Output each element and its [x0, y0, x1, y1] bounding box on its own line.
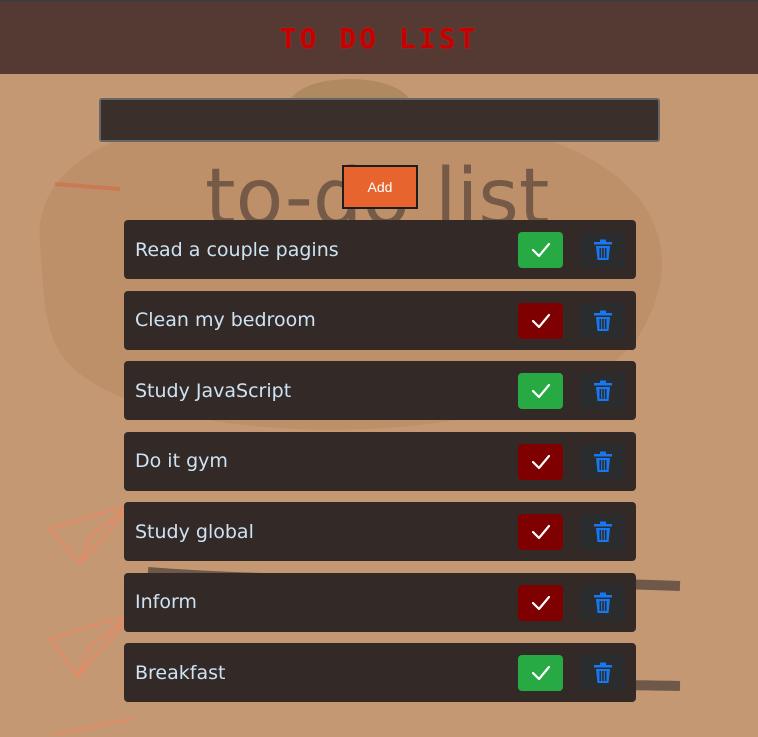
complete-button[interactable]: [518, 584, 563, 621]
task-text: Clean my bedroom: [135, 309, 316, 331]
paper-plane-icon: [47, 611, 136, 678]
task-text: Read a couple pagins: [135, 238, 339, 261]
complete-button[interactable]: [518, 232, 563, 268]
task-item: Inform: [124, 572, 636, 632]
complete-button[interactable]: [518, 655, 563, 691]
trash-icon: [593, 521, 612, 542]
delete-button[interactable]: [580, 302, 625, 339]
check-icon: [531, 595, 550, 610]
trash-icon: [593, 380, 612, 401]
delete-button[interactable]: [580, 443, 625, 480]
task-list: Read a couple pagins Clean my bedroom Stud…: [124, 220, 636, 714]
task-item: Do it gym: [124, 431, 636, 491]
trash-icon: [593, 239, 612, 260]
task-text: Inform: [135, 591, 197, 613]
paper-plane-icon: [54, 717, 133, 736]
check-icon: [531, 524, 550, 540]
page-title: TO DO LIST: [279, 21, 479, 55]
delete-button[interactable]: [580, 373, 625, 409]
complete-button[interactable]: [518, 373, 563, 409]
task-input[interactable]: [99, 98, 660, 142]
app-header: TO DO LIST: [0, 0, 758, 74]
trash-icon: [593, 592, 612, 613]
delete-button[interactable]: [580, 584, 625, 621]
trash-icon: [593, 310, 612, 331]
trash-icon: [593, 451, 612, 472]
task-item: Read a couple pagins: [124, 220, 636, 279]
check-icon: [531, 313, 550, 328]
task-item: Study global: [124, 502, 636, 561]
complete-button[interactable]: [518, 514, 563, 550]
trash-icon: [593, 662, 612, 683]
add-button[interactable]: Add: [342, 165, 418, 209]
delete-button[interactable]: [580, 655, 625, 691]
complete-button[interactable]: [518, 302, 563, 339]
complete-button[interactable]: [518, 443, 563, 480]
check-icon: [531, 242, 550, 258]
task-item: Study JavaScript: [124, 361, 636, 420]
task-item: Breakfast: [124, 643, 636, 702]
delete-button[interactable]: [580, 232, 625, 268]
task-text: Do it gym: [135, 450, 228, 472]
task-item: Clean my bedroom: [124, 290, 636, 350]
task-text: Breakfast: [135, 661, 226, 684]
task-text: Study global: [135, 520, 254, 543]
delete-button[interactable]: [580, 514, 625, 550]
check-icon: [531, 454, 550, 469]
paper-plane-icon: [47, 501, 136, 566]
check-icon: [531, 665, 550, 681]
check-icon: [531, 383, 550, 399]
task-text: Study JavaScript: [135, 379, 292, 402]
